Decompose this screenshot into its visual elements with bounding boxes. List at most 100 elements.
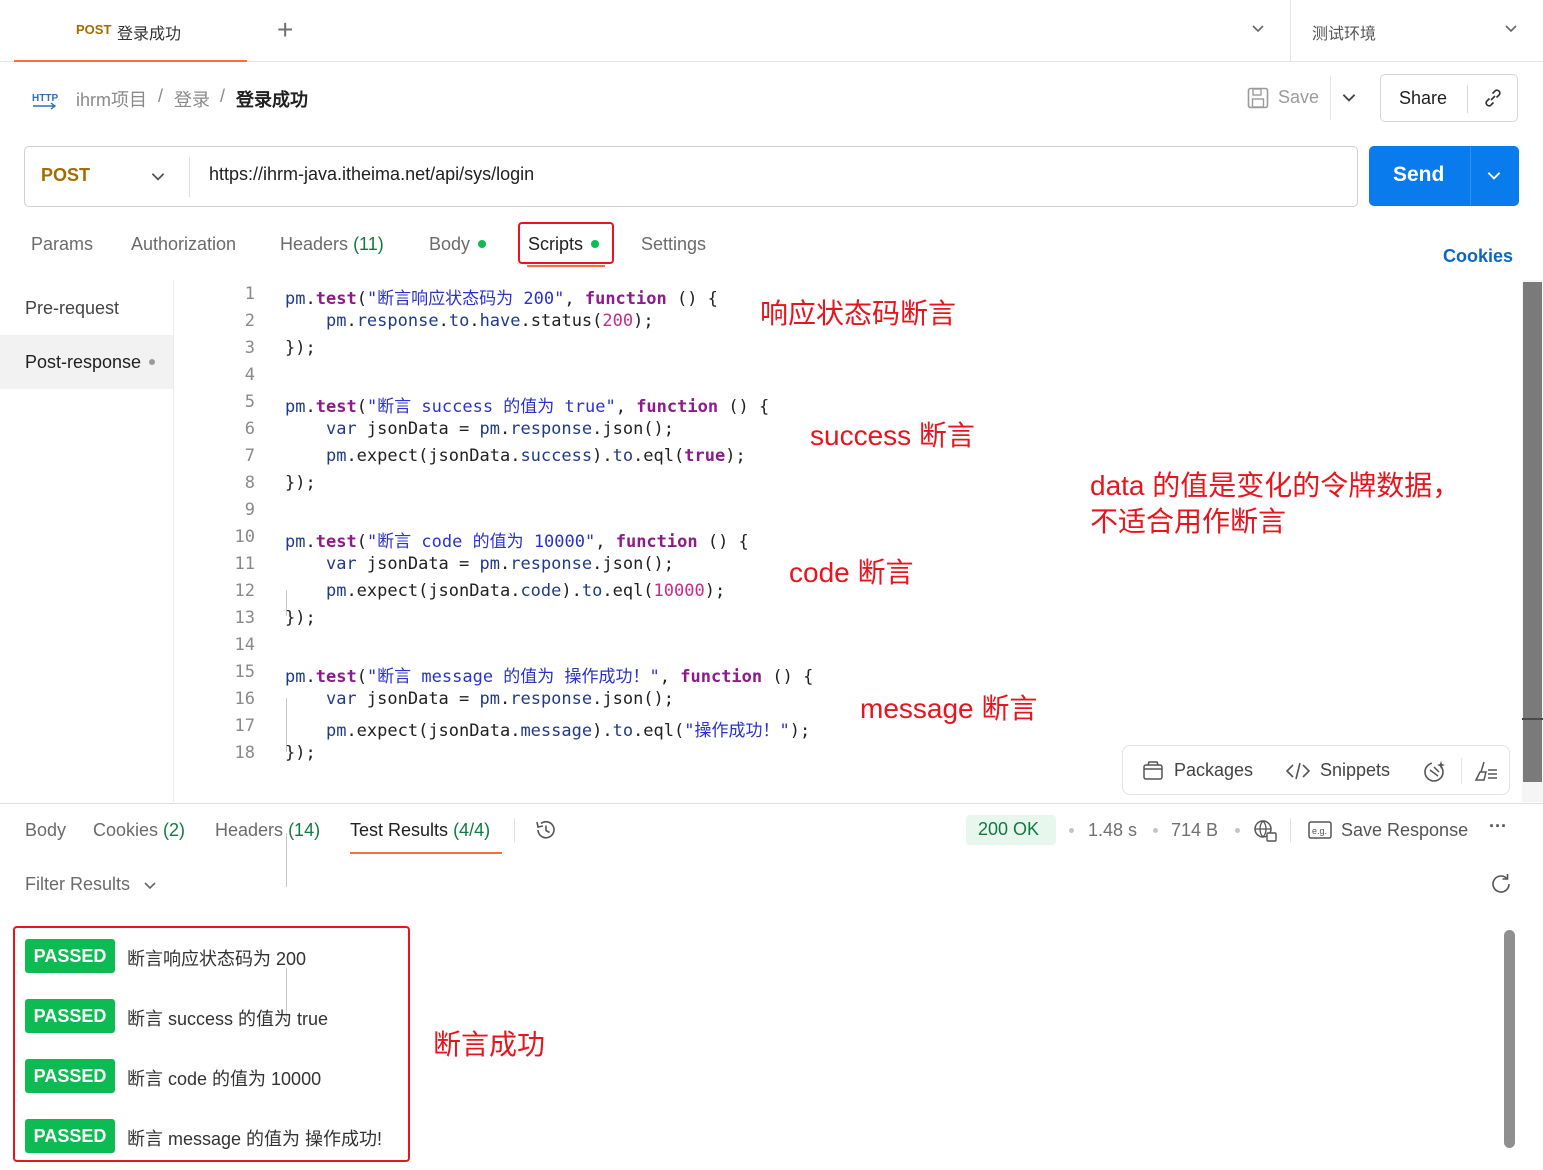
line-number: 12	[234, 581, 255, 601]
new-tab-button[interactable]: +	[277, 16, 293, 44]
send-chevron-down-icon[interactable]	[1485, 166, 1503, 184]
results-scrollbar-thumb[interactable]	[1504, 930, 1515, 1148]
script-nav-post-response[interactable]: Post-response	[0, 335, 173, 389]
url-input[interactable]	[209, 164, 1309, 185]
network-globe-icon[interactable]	[1252, 818, 1278, 844]
script-nav-label: Pre-request	[25, 298, 120, 318]
packages-button[interactable]: Packages	[1174, 760, 1253, 781]
line-number: 9	[244, 500, 255, 520]
code-line: pm.expect(jsonData.success).to.eql(true)…	[325, 446, 746, 466]
tab-settings[interactable]: Settings	[641, 234, 706, 255]
code-line: var jsonData = pm.response.json();	[325, 554, 675, 574]
annotation-highlight-box	[13, 926, 410, 1162]
code-line: });	[285, 743, 316, 763]
divider	[1467, 85, 1468, 113]
line-number: 6	[244, 419, 255, 439]
send-button-group: Send	[1369, 146, 1519, 206]
code-line: pm.test("断言 code 的值为 10000", function ()…	[285, 532, 749, 552]
tab-headers-label: Headers	[280, 234, 349, 254]
line-number: 8	[244, 473, 255, 493]
editor-scrollbar-marker	[1522, 718, 1543, 720]
refresh-icon[interactable]	[1488, 871, 1514, 897]
clear-format-icon[interactable]	[1473, 758, 1499, 784]
divider	[173, 280, 174, 802]
packages-icon[interactable]	[1141, 759, 1165, 783]
breadcrumb-folder[interactable]: 登录	[174, 86, 210, 112]
save-icon[interactable]	[1246, 86, 1270, 110]
divider	[1330, 76, 1331, 120]
post-response-indicator-dot	[149, 359, 156, 365]
tab-body-label: Body	[429, 234, 471, 254]
environment-selector[interactable]: 测试环境	[1312, 20, 1376, 44]
env-chevron-down-icon[interactable]	[1503, 20, 1519, 36]
editor-toolbox: Packages Snippets	[1122, 745, 1510, 795]
line-number: 14	[234, 635, 255, 655]
more-options-icon[interactable]: ···	[1489, 816, 1507, 837]
annotation-data-note-1: data 的值是变化的令牌数据，	[1090, 470, 1461, 501]
breadcrumb-collection[interactable]: ihrm项目	[76, 86, 147, 112]
meta-separator-dot	[1153, 828, 1158, 833]
line-number: 2	[244, 311, 255, 331]
tab-params[interactable]: Params	[31, 234, 93, 255]
breadcrumb-separator: /	[220, 86, 226, 106]
snippets-button[interactable]: Snippets	[1320, 760, 1390, 781]
response-tab-body[interactable]: Body	[25, 820, 66, 841]
response-size[interactable]: 714 B	[1171, 820, 1218, 841]
send-button[interactable]: Send	[1393, 163, 1444, 187]
tab-body[interactable]: Body	[429, 234, 487, 255]
share-button-group: Share	[1380, 74, 1518, 122]
annotation-success: success 断言	[810, 420, 975, 451]
code-line: pm.test("断言 success 的值为 true", function …	[285, 397, 770, 417]
line-number: 17	[234, 716, 255, 736]
body-indicator-dot	[478, 240, 487, 248]
tab-authorization[interactable]: Authorization	[131, 234, 236, 255]
code-line: pm.expect(jsonData.code).to.eql(10000);	[325, 581, 726, 601]
active-tab-underline	[350, 852, 502, 854]
link-icon[interactable]	[1481, 86, 1505, 110]
script-nav-pre-request[interactable]: Pre-request	[0, 281, 173, 335]
share-button[interactable]: Share	[1399, 88, 1447, 109]
response-tab-headers-count: (14)	[288, 820, 321, 840]
request-tab-active[interactable]: POST 登录成功	[14, 0, 247, 62]
divider	[514, 818, 515, 842]
status-badge[interactable]: 200 OK	[966, 815, 1056, 845]
cookies-link[interactable]: Cookies	[1443, 246, 1513, 267]
breadcrumb-request[interactable]: 登录成功	[236, 86, 308, 112]
code-line: });	[285, 608, 316, 628]
status-text: 200 OK	[978, 819, 1040, 839]
divider	[1461, 758, 1462, 784]
response-tab-cookies[interactable]: Cookies (2)	[93, 820, 185, 841]
tab-title: 登录成功	[117, 26, 182, 43]
divider	[1290, 818, 1291, 842]
tab-headers-count: (11)	[353, 234, 384, 254]
method-chevron-down-icon[interactable]	[149, 167, 167, 185]
save-button[interactable]: Save	[1278, 87, 1319, 108]
active-tab-underline	[527, 265, 605, 267]
code-icon[interactable]	[1285, 759, 1311, 783]
script-nav-label: Post-response	[25, 352, 142, 372]
save-response-button[interactable]: Save Response	[1341, 820, 1468, 841]
tab-headers[interactable]: Headers (11)	[280, 234, 384, 255]
filter-chevron-down-icon[interactable]	[142, 877, 158, 893]
filter-results-dropdown[interactable]: Filter Results	[25, 874, 130, 895]
svg-text:e.g.: e.g.	[1312, 826, 1327, 836]
meta-separator-dot	[1069, 828, 1074, 833]
line-number: 7	[244, 446, 255, 466]
history-icon[interactable]	[533, 817, 559, 843]
response-tab-headers[interactable]: Headers (14)	[215, 820, 320, 841]
svg-text:HTTP: HTTP	[32, 93, 58, 104]
response-tab-test-results[interactable]: Test Results (4/4)	[350, 820, 490, 841]
response-time[interactable]: 1.48 s	[1088, 820, 1137, 841]
ai-assist-icon[interactable]	[1421, 758, 1447, 784]
annotation-highlight-box	[518, 222, 614, 264]
example-icon[interactable]: e.g.	[1307, 818, 1333, 842]
annotation-message: message 断言	[860, 693, 1038, 724]
tabs-chevron-down-icon[interactable]	[1250, 20, 1266, 36]
line-number: 5	[244, 392, 255, 412]
save-chevron-down-icon[interactable]	[1340, 88, 1358, 106]
code-line: pm.response.to.have.status(200);	[325, 311, 654, 331]
editor-scrollbar-thumb[interactable]	[1523, 282, 1542, 782]
annotation-code: code 断言	[789, 557, 914, 588]
code-editor[interactable]: 1 2 3 4 5 6 7 8 9 10 11 12 13 14 15 16 17 18 pm.test("断言响…	[175, 280, 1521, 1022]
method-select[interactable]: POST	[41, 165, 90, 186]
